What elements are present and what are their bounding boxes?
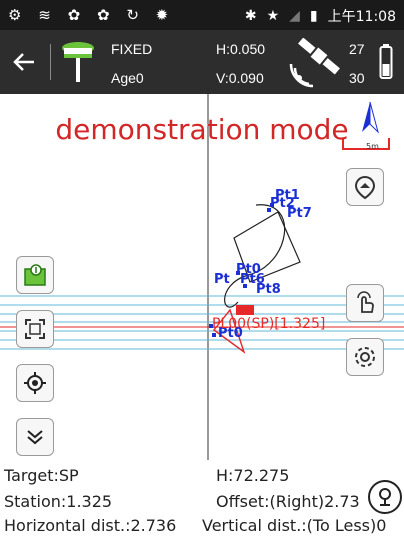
target-marker bbox=[236, 305, 254, 315]
star-icon: ★ bbox=[266, 8, 280, 24]
info-panel: Target:SP H:72.275 Station:1.325 Offset:… bbox=[0, 460, 404, 539]
status-icons: ⚙ ≋ ✿ ✿ ↻ ✹ bbox=[8, 6, 174, 24]
chevron-double-down-icon bbox=[27, 430, 43, 445]
divider bbox=[50, 44, 51, 80]
point-label: Pt7 bbox=[287, 206, 312, 221]
demonstration-mode-label: demonstration mode bbox=[55, 113, 349, 146]
point-label: Pt6 bbox=[240, 272, 265, 287]
target-info: Target:SP bbox=[4, 466, 79, 485]
gear-icon bbox=[355, 347, 375, 367]
locate-button[interactable] bbox=[16, 364, 54, 402]
settings-icon: ⚙ bbox=[8, 6, 28, 24]
map-layers-button[interactable] bbox=[346, 168, 384, 206]
battery-icon: ▮ bbox=[309, 8, 318, 24]
satellite-icon[interactable] bbox=[285, 37, 341, 88]
hand-pointer-icon bbox=[357, 291, 374, 313]
signal-icon: ◢ bbox=[289, 8, 300, 24]
point-label: Pt bbox=[214, 272, 230, 287]
h-info: H:72.275 bbox=[216, 466, 290, 485]
bluetooth-icon: ✱ bbox=[244, 8, 257, 24]
v-precision: V:0.090 bbox=[216, 70, 264, 86]
satellites-tracked: 30 bbox=[349, 70, 365, 86]
fit-view-button[interactable] bbox=[16, 310, 54, 348]
h-precision: H:0.050 bbox=[216, 41, 266, 57]
wifi-icon: ≋ bbox=[38, 6, 57, 24]
clock: 上午11:08 bbox=[327, 9, 396, 25]
status-bar: ⚙ ≋ ✿ ✿ ↻ ✹ ✱ ★ ◢ ▮ 上午11:08 bbox=[0, 0, 404, 30]
location-pin-icon bbox=[379, 488, 391, 506]
battery-icon bbox=[379, 44, 393, 80]
collapse-button[interactable] bbox=[16, 418, 54, 456]
bug-icon: ✹ bbox=[155, 6, 175, 24]
map-location-icon bbox=[24, 264, 46, 286]
stakeout-button[interactable] bbox=[368, 480, 402, 514]
back-arrow-icon[interactable] bbox=[10, 48, 40, 76]
sync-icon: ✿ bbox=[96, 6, 116, 24]
settings-button[interactable] bbox=[346, 338, 384, 376]
offset-info: Offset:(Right)2.73 bbox=[216, 492, 360, 511]
station-info: Station:1.325 bbox=[4, 492, 113, 511]
horizontal-dist-info: Horizontal dist.:2.736 bbox=[4, 516, 177, 535]
sync-icon: ✿ bbox=[67, 6, 87, 24]
fix-status: FIXED bbox=[111, 41, 153, 57]
map-canvas[interactable]: Pt1 Pt2 Pt7 Pt0 Pt8 Pt Pt6 Pt0 PL00(SP)[… bbox=[0, 94, 404, 460]
map-view-button[interactable] bbox=[16, 256, 54, 294]
refresh-icon: ↻ bbox=[126, 6, 145, 24]
age-label: Age0 bbox=[111, 70, 144, 86]
fit-screen-icon bbox=[25, 319, 45, 339]
rover-icon[interactable] bbox=[60, 40, 96, 84]
satellites-used: 27 bbox=[349, 41, 365, 57]
map-pin-icon bbox=[354, 175, 376, 200]
hand-button[interactable] bbox=[346, 284, 384, 322]
target-label: PL00(SP)[1.325] bbox=[212, 316, 326, 332]
vertical-dist-info: Vertical dist.:(To Less)0 bbox=[202, 516, 387, 535]
crosshair-icon bbox=[24, 372, 46, 394]
toolbar: FIXED Age0 H:0.050 V:0.090 27 30 bbox=[0, 30, 404, 94]
horizontal-lines bbox=[0, 295, 404, 350]
